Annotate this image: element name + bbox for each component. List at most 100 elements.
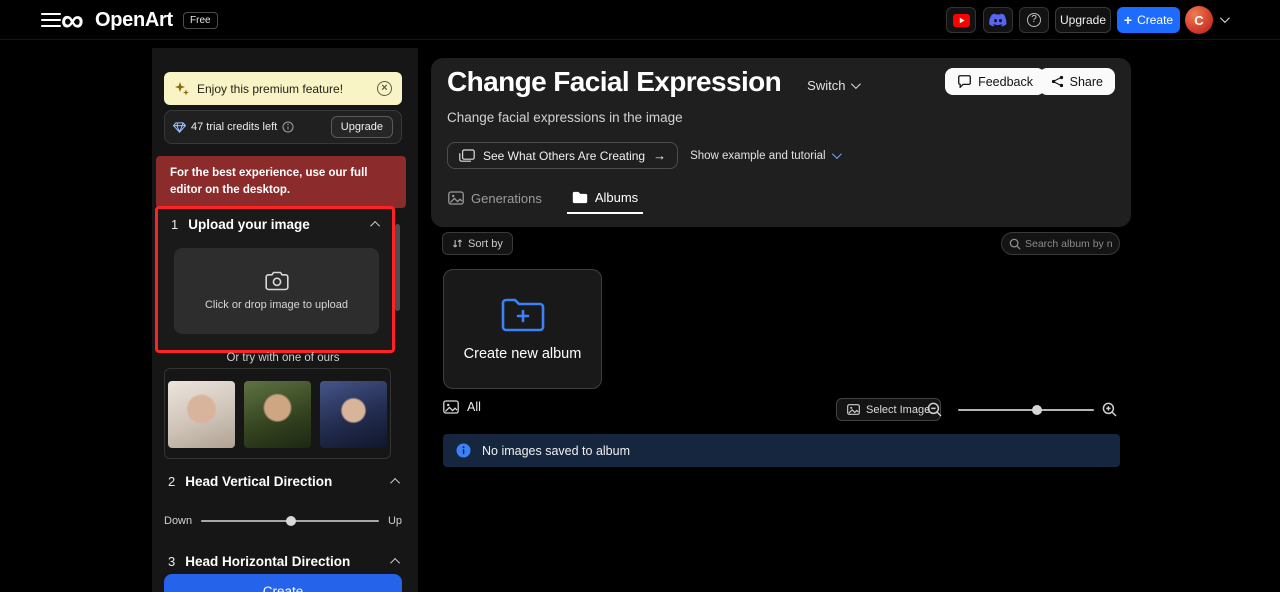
search-icon: [1009, 238, 1021, 250]
slider-track[interactable]: [201, 516, 379, 526]
section-title: Upload your image: [188, 217, 310, 232]
album-search[interactable]: [1001, 232, 1120, 255]
discord-button[interactable]: [983, 7, 1013, 33]
credits-label: 47 trial credits left: [191, 121, 278, 133]
info-icon: [456, 443, 471, 458]
section-title: Head Vertical Direction: [185, 474, 333, 489]
vertical-direction-section: 2 Head Vertical Direction: [164, 468, 402, 493]
chevron-up-icon[interactable]: [370, 220, 381, 231]
menu-icon[interactable]: [41, 13, 61, 27]
section-number: 3: [168, 554, 176, 569]
upload-section-header[interactable]: 1 Upload your image: [158, 209, 392, 236]
sort-icon: [453, 239, 462, 248]
folder-icon: [572, 191, 588, 203]
create-button[interactable]: + Create: [1117, 7, 1180, 33]
premium-banner-text: Enjoy this premium feature!: [197, 81, 344, 96]
youtube-icon: [952, 13, 970, 27]
desktop-notice: For the best experience, use our full ed…: [156, 156, 406, 208]
page-title: Change Facial Expression: [447, 66, 782, 97]
actions-row: See What Others Are Creating → Show exam…: [447, 142, 842, 169]
upload-hint: Click or drop image to upload: [204, 299, 349, 311]
sample-images: [164, 368, 391, 459]
chevron-down-icon: [831, 149, 842, 160]
create-album-card[interactable]: Create new album: [443, 269, 602, 389]
youtube-button[interactable]: [946, 7, 976, 33]
image-icon: [443, 400, 459, 414]
show-example-label: Show example and tutorial: [690, 149, 826, 162]
question-icon: ?: [1027, 13, 1041, 27]
feedback-button[interactable]: Feedback: [945, 68, 1045, 95]
horizontal-direction-header[interactable]: 3 Head Horizontal Direction: [164, 548, 402, 573]
share-button[interactable]: Share: [1038, 68, 1115, 95]
chevron-up-icon[interactable]: [390, 557, 401, 568]
help-button[interactable]: ?: [1019, 7, 1049, 33]
chevron-down-icon: [851, 78, 862, 89]
folder-plus-icon: [501, 298, 544, 331]
share-icon: [1051, 75, 1063, 88]
avatar[interactable]: C: [1185, 6, 1213, 34]
switch-label: Switch: [807, 77, 846, 93]
tool-header-panel: Change Facial Expression Switch Feedback…: [431, 58, 1131, 227]
discord-icon: [989, 13, 1007, 27]
zoom-out-icon[interactable]: [927, 402, 942, 417]
thumbnail-size-slider[interactable]: [958, 405, 1094, 415]
create-button-label: Create: [1137, 13, 1174, 27]
chat-icon: [958, 75, 972, 88]
sample-image-3[interactable]: [320, 381, 387, 448]
sidebar-scrollbar[interactable]: [395, 224, 400, 311]
select-image-button[interactable]: Select Image: [836, 398, 942, 421]
vertical-direction-header[interactable]: 2 Head Vertical Direction: [164, 468, 402, 493]
upgrade-button[interactable]: Upgrade: [1055, 7, 1111, 33]
info-icon: [282, 121, 294, 133]
slider-handle[interactable]: [286, 516, 297, 526]
images-stack-icon: [459, 148, 475, 162]
premium-banner: Enjoy this premium feature! ×: [164, 72, 402, 105]
feedback-label: Feedback: [978, 74, 1033, 89]
tab-generations[interactable]: Generations: [443, 182, 547, 214]
camera-icon: [264, 271, 289, 291]
select-image-label: Select Image: [866, 403, 931, 416]
show-example-toggle[interactable]: Show example and tutorial: [690, 149, 842, 162]
zoom-in-icon[interactable]: [1102, 402, 1117, 417]
close-icon[interactable]: ×: [377, 81, 392, 96]
tab-albums[interactable]: Albums: [566, 182, 644, 214]
filter-all-label: All: [467, 400, 481, 414]
sort-by-label: Sort by: [468, 237, 503, 250]
sample-image-2[interactable]: [244, 381, 311, 448]
credits-card: 47 trial credits left Upgrade: [164, 110, 402, 144]
openart-logo-text[interactable]: OpenArt: [95, 9, 173, 32]
upload-dropzone[interactable]: Click or drop image to upload: [174, 248, 379, 334]
credits-gem-icon: [173, 121, 186, 133]
horizontal-direction-section: 3 Head Horizontal Direction: [164, 548, 402, 573]
slider-min-label: Down: [164, 515, 193, 527]
upload-section: 1 Upload your image Click or drop image …: [155, 206, 395, 353]
head-vertical-slider: Down Up: [164, 508, 402, 534]
page: ∞ OpenArt Free ? Upgrade + Create C Enjo…: [0, 0, 1280, 592]
title-row: Change Facial Expression Switch: [447, 66, 862, 98]
share-label: Share: [1069, 74, 1103, 89]
see-others-button[interactable]: See What Others Are Creating →: [447, 142, 679, 169]
sort-by-button[interactable]: Sort by: [442, 232, 513, 255]
section-number: 1: [171, 217, 179, 232]
upgrade-button-small[interactable]: Upgrade: [330, 116, 393, 138]
tool-sidebar: Enjoy this premium feature! × 47 trial c…: [152, 48, 418, 592]
search-input[interactable]: [1025, 237, 1112, 250]
page-subtitle: Change facial expressions in the image: [447, 110, 683, 125]
tabs: Generations Albums: [443, 182, 644, 214]
slider-handle[interactable]: [1032, 405, 1042, 415]
generate-create-button[interactable]: Create: [164, 574, 402, 592]
chevron-up-icon[interactable]: [390, 477, 401, 488]
sparkle-icon: [175, 81, 189, 95]
try-ours-label: Or try with one of ours: [226, 352, 340, 364]
openart-logo-icon[interactable]: ∞: [61, 0, 84, 40]
arrow-right-icon: →: [653, 148, 667, 163]
section-number: 2: [168, 474, 176, 489]
filter-all[interactable]: All: [443, 400, 481, 414]
switch-dropdown[interactable]: Switch: [807, 77, 862, 93]
empty-album-banner: No images saved to album: [443, 434, 1120, 467]
chevron-down-icon[interactable]: [1219, 13, 1230, 24]
free-plan-badge: Free: [183, 12, 218, 29]
tab-label: Generations: [471, 190, 542, 206]
sample-image-1[interactable]: [168, 381, 235, 448]
empty-album-message: No images saved to album: [482, 443, 630, 458]
